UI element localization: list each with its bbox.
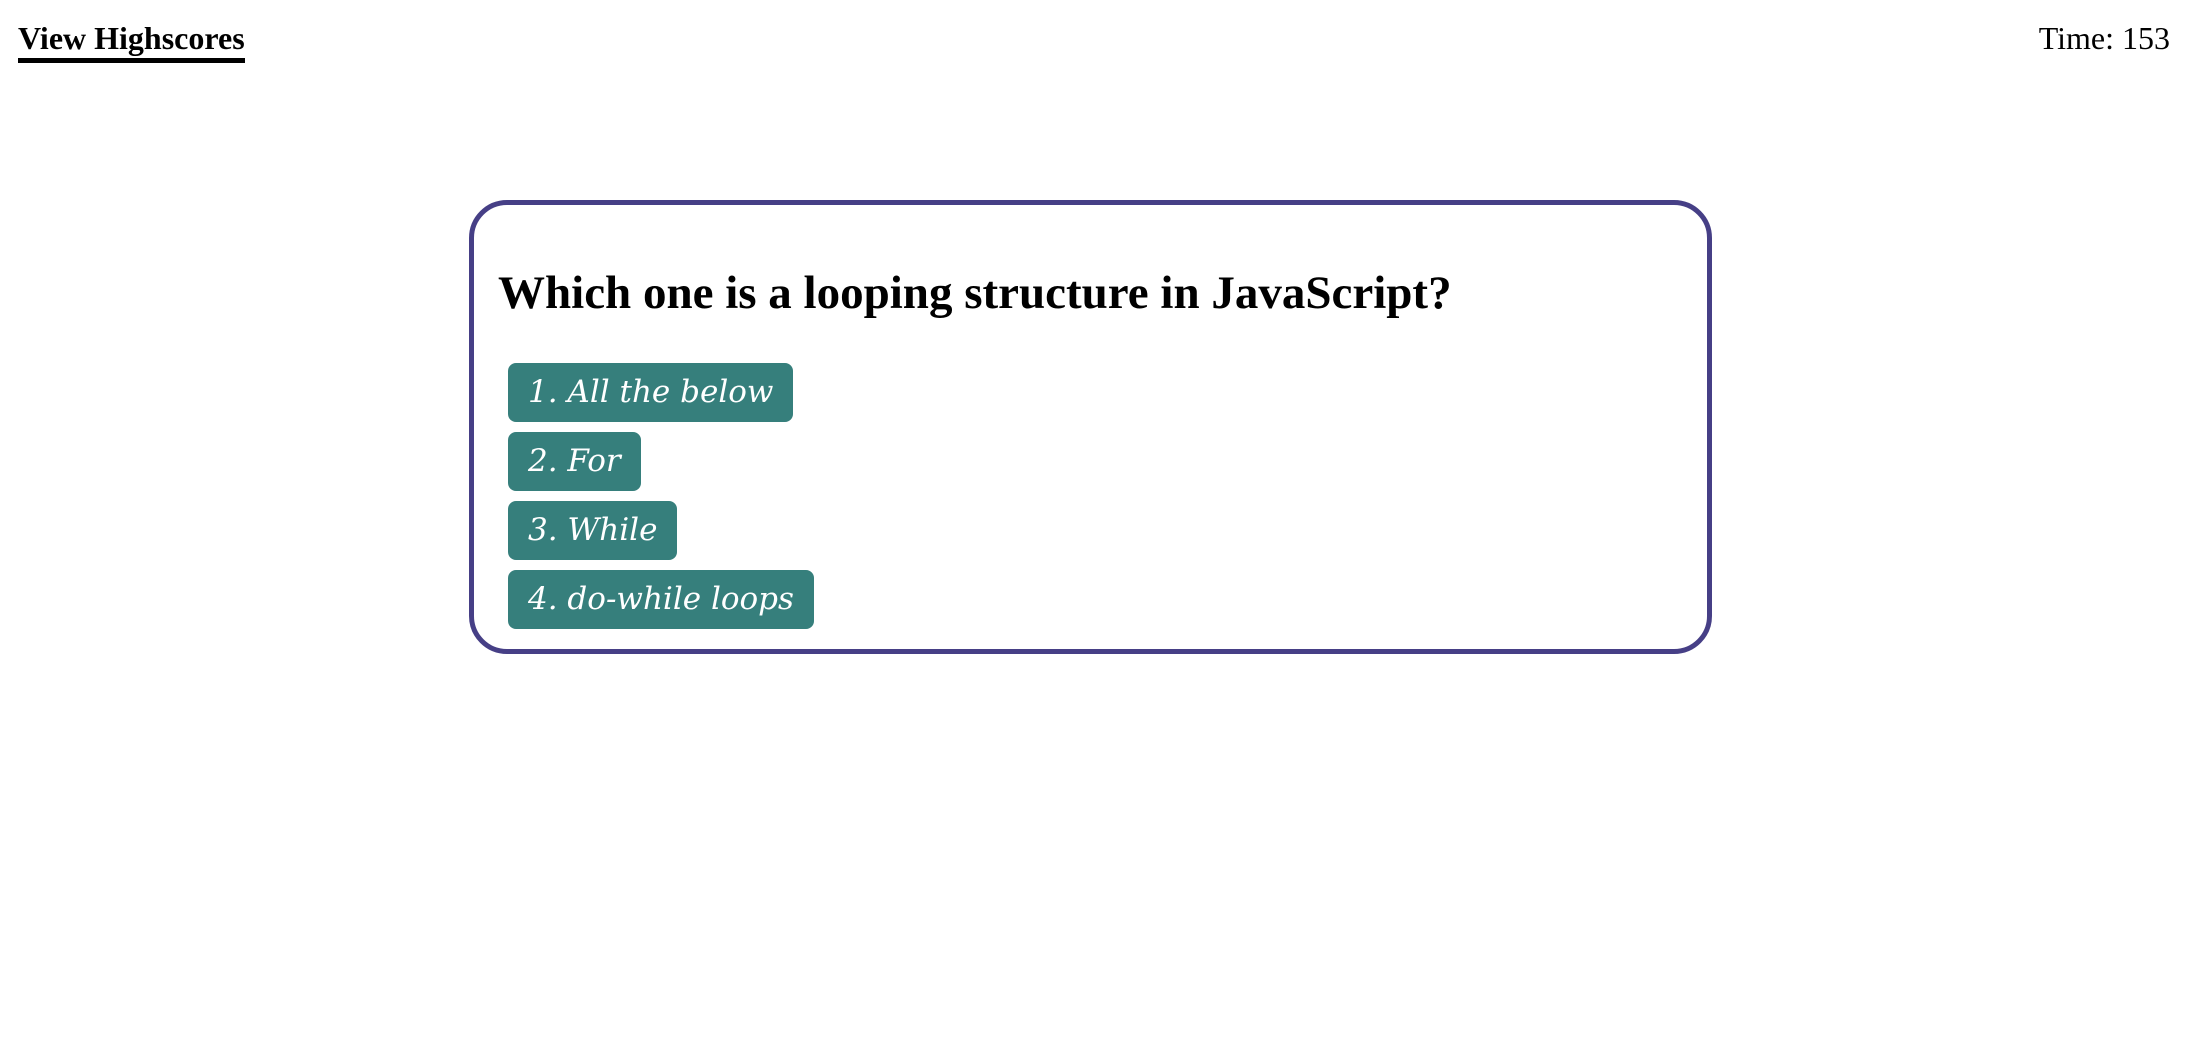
timer-display: Time: 153 bbox=[2038, 20, 2170, 56]
choice-button-3[interactable]: 3. While bbox=[508, 501, 678, 560]
question-title: Which one is a looping structure in Java… bbox=[498, 267, 1452, 319]
choice-button-4[interactable]: 4. do-while loops bbox=[508, 570, 814, 629]
view-highscores-link[interactable]: View Highscores bbox=[18, 18, 245, 63]
choices-list: 1. All the below 2. For 3. While 4. do-w… bbox=[508, 363, 814, 629]
choice-button-1[interactable]: 1. All the below bbox=[508, 363, 794, 422]
page-header: View Highscores Time: 153 bbox=[0, 0, 2188, 80]
choice-button-2[interactable]: 2. For bbox=[508, 432, 641, 491]
quiz-card: Which one is a looping structure in Java… bbox=[469, 200, 1712, 654]
